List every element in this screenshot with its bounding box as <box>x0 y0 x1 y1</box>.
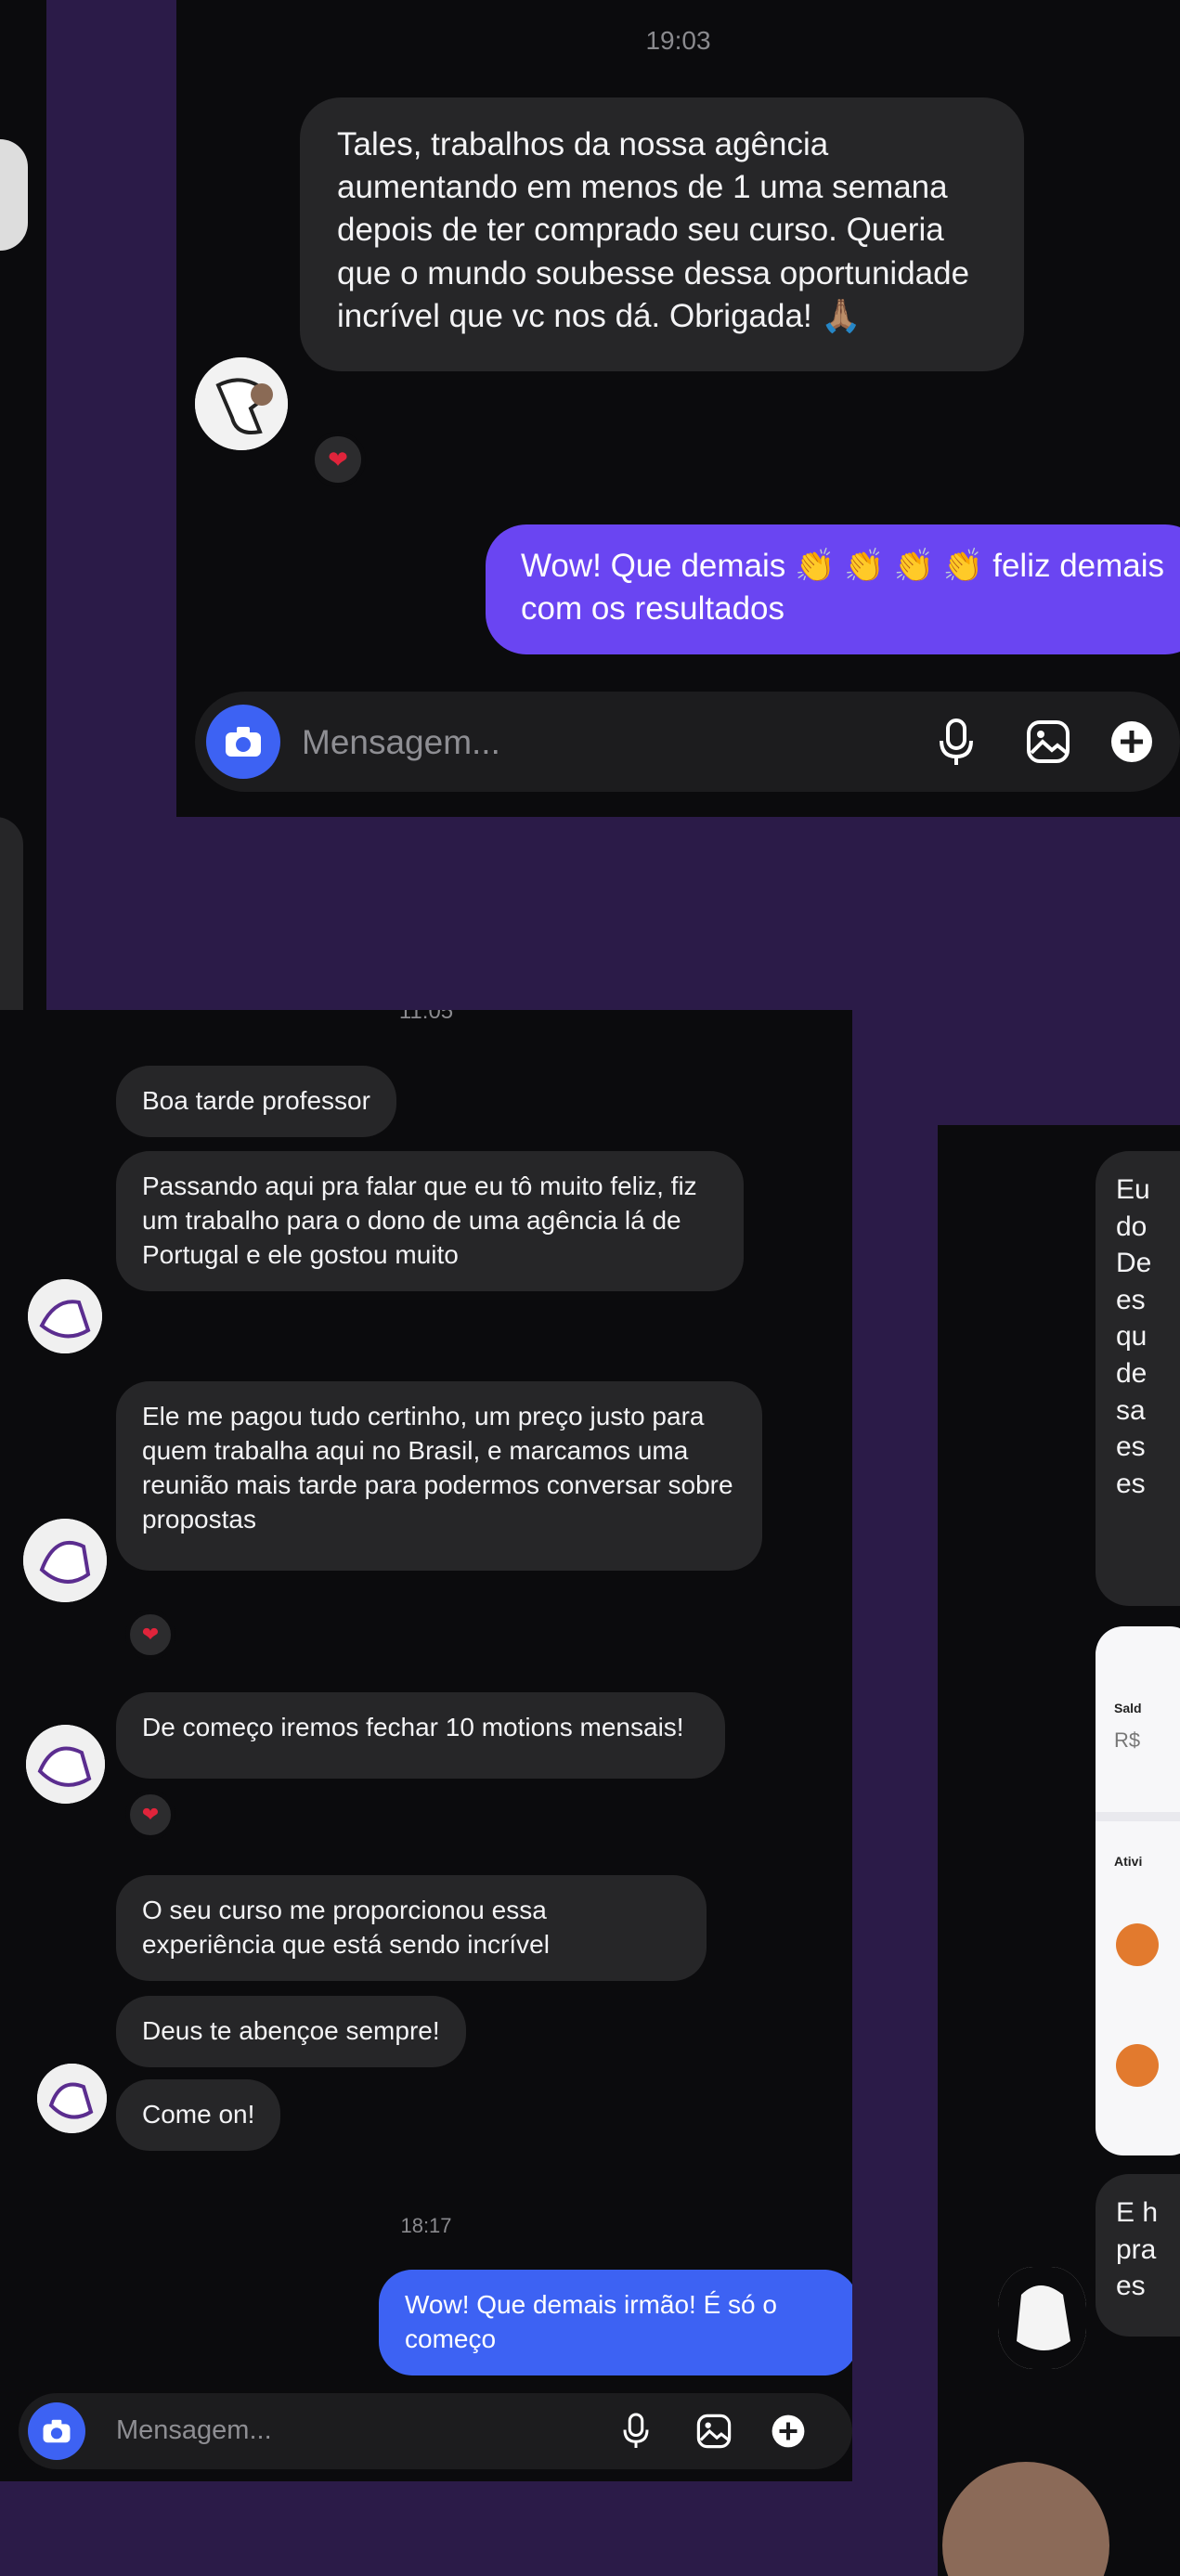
timestamp-bottom: 18:17 <box>400 2214 452 2237</box>
line-2: do <box>1116 1210 1148 1242</box>
camera-button[interactable] <box>28 2402 85 2460</box>
message-input[interactable]: Mensagem... <box>302 723 500 762</box>
microphone-icon[interactable] <box>622 2412 650 2451</box>
message-composer: Mensagem... <box>19 2393 852 2469</box>
received-message-cropped-2: E h pra es <box>1096 2174 1180 2337</box>
sender-avatar <box>28 1279 102 1353</box>
message-input[interactable]: Mensagem... <box>116 2415 272 2446</box>
chat-screenshot-3: Eu do De es qu de sa es es Sald R$ Ativi… <box>938 1125 1180 2576</box>
sender-avatar <box>195 357 288 450</box>
line-1: E h <box>1116 2197 1159 2228</box>
sender-avatar <box>26 1725 105 1804</box>
message-3: Ele me pagou tudo certinho, um preço jus… <box>116 1381 762 1571</box>
timestamp-top: 11:05 <box>398 1010 454 1024</box>
message-composer: Mensagem... <box>195 692 1180 792</box>
profile-photo-partial <box>942 2462 1109 2576</box>
message-7: Come on! <box>116 2079 281 2151</box>
timestamp: 19:03 <box>645 26 711 55</box>
line-4: es <box>1116 1284 1146 1315</box>
sender-avatar <box>37 2064 107 2133</box>
sender-avatar <box>998 2267 1086 2369</box>
camera-icon <box>43 2419 71 2443</box>
add-icon[interactable] <box>771 2414 806 2449</box>
message-4: De começo iremos fechar 10 motions mensa… <box>116 1692 725 1779</box>
activity-icon <box>1116 1923 1159 1966</box>
line-6: de <box>1116 1357 1148 1389</box>
activity-label: Ativi <box>1114 1854 1143 1869</box>
heart-reaction[interactable]: ❤ <box>125 1610 175 1660</box>
balance-label: Sald <box>1114 1701 1142 1715</box>
line-7: sa <box>1116 1394 1146 1426</box>
gallery-icon[interactable] <box>1026 719 1070 764</box>
line-9: es <box>1116 1468 1146 1499</box>
message-6: Deus te abençoe sempre! <box>116 1996 466 2067</box>
sent-message: Wow! Que demais irmão! É só o começo <box>379 2270 852 2375</box>
line-2: pra <box>1116 2233 1157 2265</box>
balance-value: R$ <box>1114 1728 1141 1752</box>
sent-message: Wow! Que demais 👏 👏 👏 👏 feliz demais com… <box>486 524 1180 655</box>
received-message: Tales, trabalhos da nossa agência aument… <box>300 97 1024 371</box>
microphone-icon[interactable] <box>938 718 975 768</box>
gallery-icon[interactable] <box>696 2414 732 2449</box>
heart-reaction[interactable]: ❤ <box>310 432 366 487</box>
sender-avatar <box>23 1519 107 1602</box>
line-1: Eu <box>1116 1174 1150 1205</box>
message-5: O seu curso me proporcionou essa experiê… <box>116 1875 707 1981</box>
line-3: es <box>1116 2271 1146 2302</box>
message-2: Passando aqui pra falar que eu tô muito … <box>116 1151 744 1291</box>
received-message-cropped: Eu do De es qu de sa es es <box>1096 1151 1180 1606</box>
line-5: qu <box>1116 1321 1148 1353</box>
add-icon[interactable] <box>1109 719 1154 764</box>
heart-reaction[interactable]: ❤ <box>125 1790 175 1840</box>
message-1: Boa tarde professor <box>116 1066 396 1137</box>
camera-icon <box>226 727 261 757</box>
chat-screenshot-1: 19:03 Tales, trabalhos da nossa agência … <box>176 0 1180 817</box>
partial-avatar <box>0 139 28 251</box>
partial-bubble <box>0 817 23 1040</box>
camera-button[interactable] <box>206 705 280 779</box>
line-8: es <box>1116 1431 1146 1463</box>
line-3: De <box>1116 1248 1152 1279</box>
chat-screenshot-2: 11:05 Boa tarde professor Passando aqui … <box>0 1010 852 2481</box>
divider <box>1096 1812 1180 1821</box>
activity-icon <box>1116 2044 1159 2087</box>
screenshot-attachment-card[interactable]: Sald R$ Ativi <box>1096 1626 1180 2155</box>
